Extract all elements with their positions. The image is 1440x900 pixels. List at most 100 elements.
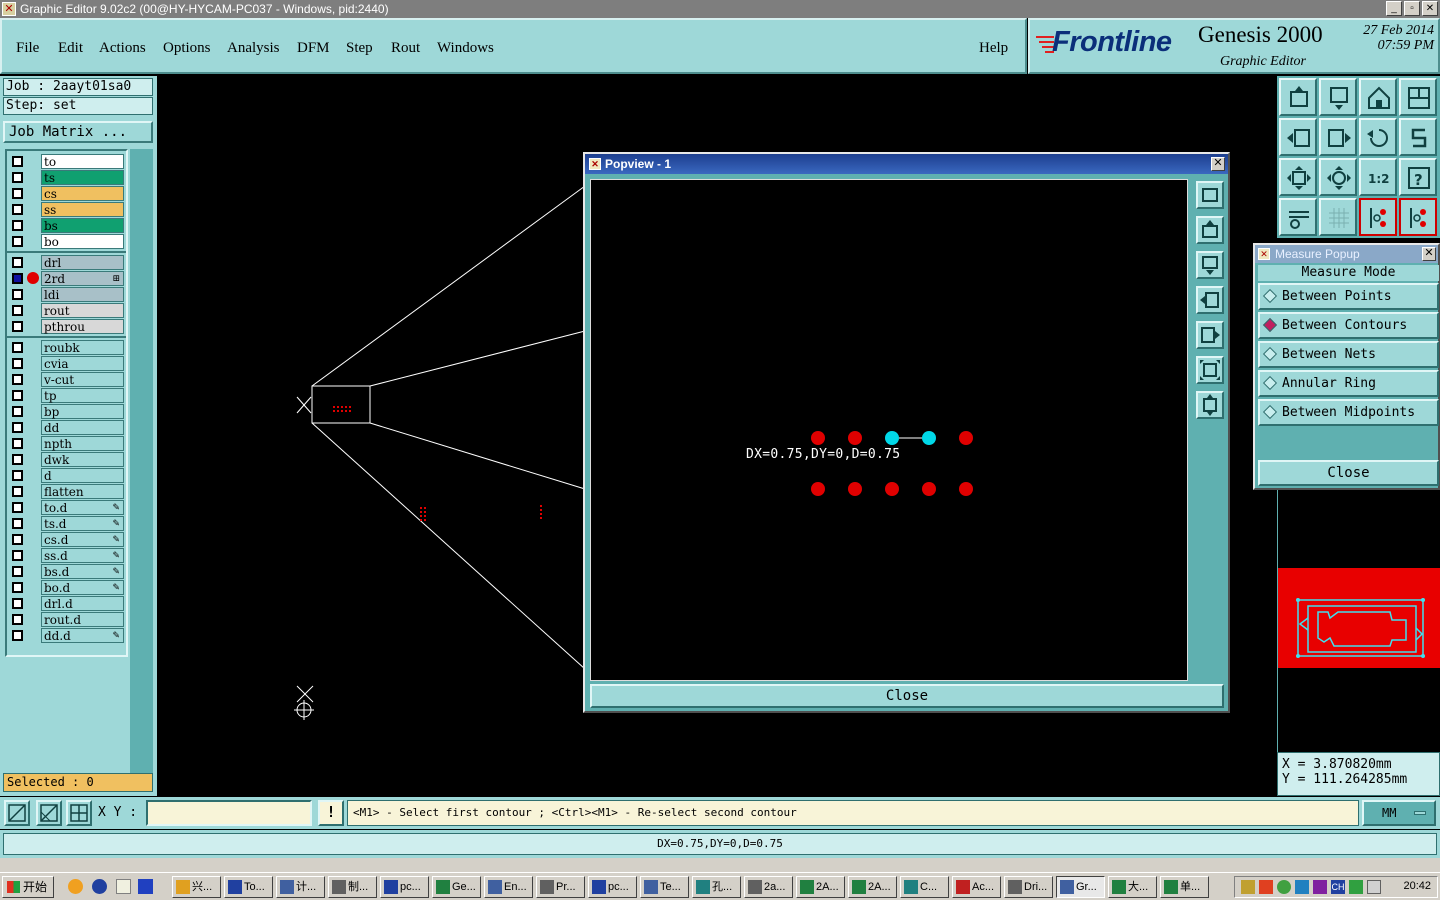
layer-name[interactable]: rout xyxy=(41,303,124,318)
menu-step[interactable]: Step xyxy=(346,40,373,57)
tray-mail-icon[interactable] xyxy=(1367,880,1381,894)
menu-dfm[interactable]: DFM xyxy=(297,40,330,57)
layer-row[interactable]: dwk xyxy=(7,452,126,467)
layer-name[interactable]: pthrou xyxy=(41,319,124,334)
layer-checkbox[interactable] xyxy=(12,321,23,332)
layer-name[interactable]: dwk xyxy=(41,452,124,467)
option-between-points[interactable]: Between Points xyxy=(1258,283,1439,310)
layer-checkbox[interactable] xyxy=(12,172,23,183)
layer-name[interactable]: ldi xyxy=(41,287,124,302)
undo-view-button[interactable] xyxy=(1359,118,1397,156)
layer-row[interactable]: drl xyxy=(7,255,126,270)
snap-diagonal-button[interactable] xyxy=(36,800,62,826)
layer-row[interactable]: v-cut xyxy=(7,372,126,387)
taskbar-task-button[interactable]: Ge... xyxy=(432,876,481,898)
layer-checkbox[interactable] xyxy=(12,305,23,316)
layer-checkbox[interactable] xyxy=(12,236,23,247)
popview-close-button[interactable]: Close xyxy=(590,684,1224,708)
taskbar-task-button[interactable]: C... xyxy=(900,876,949,898)
measure-popup-titlebar[interactable]: ✕ Measure Popup xyxy=(1255,245,1438,263)
layer-name[interactable]: v-cut xyxy=(41,372,124,387)
layer-checkbox[interactable] xyxy=(12,534,23,545)
job-matrix-button[interactable]: Job Matrix ... xyxy=(3,121,153,143)
home-view-button[interactable] xyxy=(1359,78,1397,116)
layer-name[interactable]: bo xyxy=(41,234,124,249)
layer-checkbox[interactable] xyxy=(12,454,23,465)
tools-settings-button[interactable] xyxy=(1279,198,1317,236)
layer-name[interactable]: roubk xyxy=(41,340,124,355)
tray-monitor-icon[interactable] xyxy=(1295,880,1309,894)
layer-row[interactable]: roubk xyxy=(7,340,126,355)
layer-row[interactable]: dd.d ✎ xyxy=(7,628,126,643)
layer-checkbox[interactable] xyxy=(12,518,23,529)
layer-name[interactable]: bs xyxy=(41,218,124,233)
taskbar-task-button[interactable]: 2A... xyxy=(848,876,897,898)
taskbar-task-button[interactable]: 兴... xyxy=(172,876,221,898)
menu-analysis[interactable]: Analysis xyxy=(227,40,280,57)
snap-grid-button[interactable] xyxy=(66,800,92,826)
layer-row[interactable]: bp xyxy=(7,404,126,419)
menu-rout[interactable]: Rout xyxy=(391,40,420,57)
popview-pan-up-button[interactable] xyxy=(1196,216,1224,244)
taskbar-task-button[interactable]: 大... xyxy=(1108,876,1157,898)
layer-checkbox[interactable] xyxy=(12,342,23,353)
layer-checkbox[interactable] xyxy=(12,422,23,433)
scale-one-to-two-button[interactable]: 1:2 xyxy=(1359,158,1397,196)
layer-name[interactable]: 2rd ⊞ xyxy=(41,271,124,286)
layer-checkbox[interactable] xyxy=(12,188,23,199)
layer-row[interactable]: tp xyxy=(7,388,126,403)
layer-row[interactable]: bs xyxy=(7,218,126,233)
layer-checkbox[interactable] xyxy=(12,220,23,231)
net-display-button[interactable] xyxy=(1399,198,1437,236)
layer-name[interactable]: ss.d ✎ xyxy=(41,548,124,563)
option-between-midpoints[interactable]: Between Midpoints xyxy=(1258,399,1439,426)
layer-row[interactable]: pthrou xyxy=(7,319,126,334)
measure-popup-close-button[interactable]: Close xyxy=(1258,460,1439,486)
layer-row[interactable]: 2rd ⊞ xyxy=(7,271,126,286)
taskbar-task-button[interactable]: Pr... xyxy=(536,876,585,898)
layer-row[interactable]: to.d ✎ xyxy=(7,500,126,515)
taskbar-task-button[interactable]: 制... xyxy=(328,876,377,898)
layer-row[interactable]: flatten xyxy=(7,484,126,499)
taskbar-task-button[interactable]: 2a... xyxy=(744,876,793,898)
taskbar-task-button[interactable]: Ac... xyxy=(952,876,1001,898)
zoom-in-button[interactable] xyxy=(1279,78,1317,116)
maximize-button[interactable]: ▫ xyxy=(1404,1,1420,16)
layer-name[interactable]: cvia xyxy=(41,356,124,371)
layer-name[interactable]: ss xyxy=(41,202,124,217)
layer-checkbox[interactable] xyxy=(12,358,23,369)
close-window-button[interactable]: ✕ xyxy=(1422,1,1438,16)
taskbar-task-button[interactable]: To... xyxy=(224,876,273,898)
quicklaunch-save-icon[interactable] xyxy=(138,879,153,894)
layer-row[interactable]: ss xyxy=(7,202,126,217)
layer-name[interactable]: to.d ✎ xyxy=(41,500,124,515)
popview-pan-right-button[interactable] xyxy=(1196,321,1224,349)
tray-language-icon[interactable]: CH xyxy=(1331,880,1345,894)
layer-row[interactable]: cvia xyxy=(7,356,126,371)
layer-name[interactable]: cs xyxy=(41,186,124,201)
snap-corner-button[interactable] xyxy=(4,800,30,826)
layer-name[interactable]: drl xyxy=(41,255,124,270)
taskbar-task-button[interactable]: 计... xyxy=(276,876,325,898)
menu-edit[interactable]: Edit xyxy=(58,40,83,57)
popview-zoom-window-button[interactable] xyxy=(1196,181,1224,209)
layer-row[interactable]: to xyxy=(7,154,126,169)
popview-pan-down-button[interactable] xyxy=(1196,251,1224,279)
layer-checkbox[interactable] xyxy=(12,273,23,284)
menu-actions[interactable]: Actions xyxy=(99,40,146,57)
units-selector[interactable]: MM xyxy=(1362,800,1436,826)
tray-close-icon[interactable] xyxy=(1313,880,1327,894)
popview-zoom-center-button[interactable] xyxy=(1196,391,1224,419)
layer-display-button[interactable] xyxy=(1359,198,1397,236)
layer-checkbox[interactable] xyxy=(12,486,23,497)
popview-titlebar[interactable]: ✕ Popview - 1 xyxy=(585,154,1228,174)
minimize-button[interactable]: _ xyxy=(1386,1,1402,16)
option-between-contours[interactable]: Between Contours xyxy=(1258,312,1439,339)
tray-network-icon[interactable] xyxy=(1277,880,1291,894)
measure-popup-close-icon[interactable]: ✕ xyxy=(1422,247,1436,261)
layer-checkbox[interactable] xyxy=(12,598,23,609)
taskbar-task-button[interactable]: pc... xyxy=(588,876,637,898)
info-button[interactable]: ! xyxy=(318,800,344,826)
tray-tool-icon[interactable] xyxy=(1259,880,1273,894)
layer-checkbox[interactable] xyxy=(12,406,23,417)
